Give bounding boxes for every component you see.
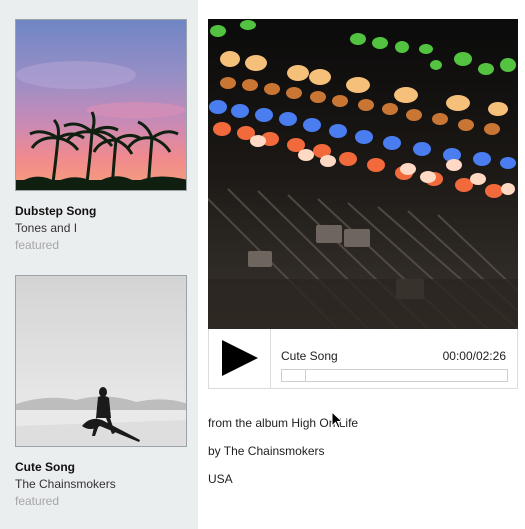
song-card-cute[interactable]: Cute Song The Chainsmokers featured	[15, 275, 187, 509]
play-icon	[222, 340, 258, 376]
album-cover-mixing-console	[208, 19, 518, 329]
card-title[interactable]: Dubstep Song	[15, 204, 187, 219]
artist-info: by The Chainsmokers	[208, 444, 325, 458]
album-thumbnail-palm-trees[interactable]	[15, 19, 187, 191]
audio-player: Cute Song 00:00/02:26	[208, 329, 518, 389]
featured-tag: featured	[15, 238, 60, 252]
progress-bar[interactable]	[281, 369, 508, 382]
mouse-cursor-icon	[331, 411, 343, 429]
card-title[interactable]: Cute Song	[15, 460, 187, 475]
playback-time: 00:00/02:26	[442, 349, 506, 363]
card-artist: Tones and I	[15, 221, 78, 235]
play-button[interactable]	[209, 329, 271, 388]
progress-handle[interactable]	[282, 370, 306, 381]
song-sidebar: Dubstep Song Tones and I featured Cute S…	[0, 0, 198, 529]
now-playing-title: Cute Song	[281, 349, 338, 363]
country-info: USA	[208, 472, 233, 486]
featured-tag: featured	[15, 494, 60, 508]
album-thumbnail-guitarist[interactable]	[15, 275, 187, 447]
song-card-dubstep[interactable]: Dubstep Song Tones and I featured	[15, 19, 187, 253]
card-artist: The Chainsmokers	[15, 477, 116, 491]
